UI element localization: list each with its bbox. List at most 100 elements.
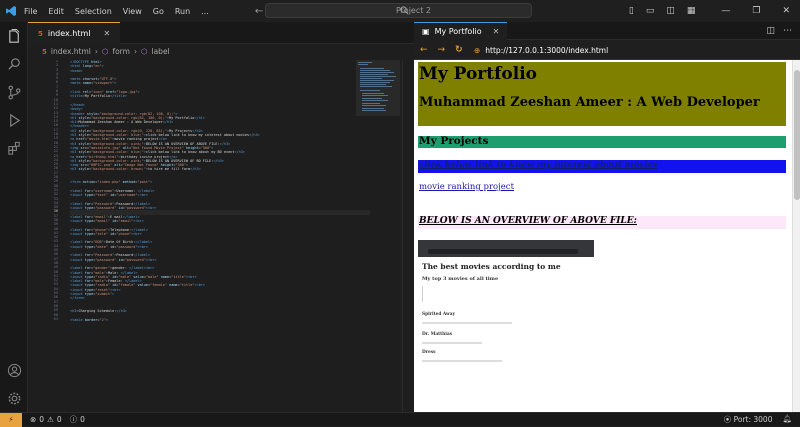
status-bar: ⚡ ⊗ 0 ⚠ 0 ⓘ 0 ⦿ Port: 3000 🔔︎ [0, 412, 800, 427]
breadcrumb-file[interactable]: index.html [51, 47, 91, 56]
html-file-icon: 5 [38, 29, 43, 38]
error-icon: ⊗ [30, 415, 37, 424]
movie-project-preview-image: The best movies according to me My top 3… [418, 240, 594, 410]
breadcrumb-form[interactable]: form [112, 47, 130, 56]
projects-heading-text: My Projects [419, 135, 489, 147]
layout-panel-icon[interactable]: ▭ [646, 6, 655, 16]
menu-selection[interactable]: Selection [75, 7, 112, 16]
movie-ranking-link[interactable]: movie ranking project [419, 182, 514, 192]
code-lines[interactable]: <!DOCTYPE html> <html lang="en"> <head> <m… [70, 60, 370, 322]
url-text: http://127.0.0.1:3000/index.html [485, 45, 609, 55]
info-icon: ⓘ [69, 415, 78, 424]
breadcrumb-label[interactable]: label [152, 47, 170, 56]
tab-my-portfolio[interactable]: ▣ My Portfolio ✕ [414, 21, 508, 40]
browser-tab-actions: ◫ ⋯ [766, 26, 800, 36]
settings-gear-icon[interactable] [0, 384, 28, 412]
simple-browser-panel: ▣ My Portfolio ✕ ◫ ⋯ ← → ↻ ⊕ http://127.… [414, 21, 800, 412]
live-server-port[interactable]: ⦿ Port: 3000 [724, 414, 773, 425]
problems-indicator[interactable]: ⊗ 0 ⚠ 0 [30, 415, 62, 424]
back-arrow-icon[interactable]: ← [420, 45, 428, 55]
minimap[interactable] [356, 60, 400, 140]
menu-file[interactable]: File [24, 7, 37, 16]
back-arrow-icon[interactable]: ← [255, 6, 263, 17]
info-indicator[interactable]: ⓘ 0 [70, 414, 85, 425]
url-bar[interactable]: ⊕ http://127.0.0.1:3000/index.html [474, 42, 790, 58]
forward-arrow-icon[interactable]: → [438, 45, 446, 55]
preview-title: The best movies according to me [422, 262, 561, 271]
page-header: My Portfolio Muhammad Zeeshan Ameer : A … [418, 62, 786, 126]
browser-tab-bar: ▣ My Portfolio ✕ ◫ ⋯ [414, 21, 800, 40]
projects-heading: My Projects [418, 135, 786, 148]
breadcrumb: 5 index.html › ⬡ form › ⬡ label [28, 44, 414, 59]
remote-indicator-icon[interactable]: ⚡ [0, 412, 22, 427]
preview-text-line [422, 342, 482, 344]
preview-list [422, 286, 462, 302]
line-number: 61 [53, 316, 58, 321]
preview-text-line [422, 360, 502, 362]
close-tab-icon[interactable]: ✕ [493, 27, 500, 36]
preview-url-bar [428, 249, 578, 254]
preview-subtitle: My top 3 movies of all time [422, 276, 499, 282]
split-editor-icon[interactable]: ◫ [766, 26, 775, 36]
restore-icon[interactable]: ❐ [752, 6, 760, 16]
reload-icon[interactable]: ↻ [455, 45, 463, 55]
code-editor[interactable]: 1 2 3 4 5 6 7 8 9 10 11 12 13 14 15 16 17 18 19 20 21 22 23 24 2… [28, 60, 414, 412]
warning-icon: ⚠ [47, 415, 54, 424]
preview-icon: ▣ [422, 26, 430, 36]
menu-bar: File Edit Selection View Go Run ... [24, 7, 209, 16]
activity-bar [0, 22, 28, 412]
preview-item-1: Spirited Away [422, 312, 455, 317]
code-line[interactable]: <table border="2"> [70, 318, 370, 322]
editor-tab-bar: 5 index.html ✕ [28, 22, 414, 44]
page-subtitle: Muhammad Zeeshan Ameer : A Web Developer [419, 95, 760, 110]
broadcast-icon: ⦿ [723, 415, 734, 424]
preview-browser-chrome [418, 240, 594, 257]
source-control-icon[interactable] [0, 78, 28, 106]
preview-item-3: Dress [422, 350, 436, 355]
browser-tab-label: My Portfolio [434, 26, 482, 36]
overview-heading-text: BELOW IS AN OVERVIEW OF ABOVE FILE: [419, 216, 637, 226]
editor-scrollbar[interactable] [402, 60, 414, 412]
movie-interest-heading: click below link to know my interest abo… [418, 160, 786, 173]
port-label: Port: 3000 [733, 415, 773, 424]
vscode-logo-icon [0, 0, 22, 22]
search-view-icon[interactable] [0, 50, 28, 78]
menu-go[interactable]: Go [153, 7, 164, 16]
overview-heading: BELOW IS AN OVERVIEW OF ABOVE FILE: [418, 216, 786, 229]
info-count: 0 [80, 415, 85, 424]
layout-grid-icon[interactable]: ▦ [687, 6, 696, 16]
tab-index-html[interactable]: 5 index.html ✕ [28, 22, 121, 44]
globe-icon: ⊕ [474, 45, 481, 55]
minimize-icon[interactable]: — [721, 6, 730, 16]
error-count: 0 [39, 415, 45, 424]
explorer-icon[interactable] [0, 22, 28, 50]
notifications-bell-icon[interactable]: 🔔︎ [782, 414, 792, 425]
warning-count: 0 [56, 415, 62, 424]
menu-run[interactable]: Run [175, 7, 190, 16]
status-right: ⦿ Port: 3000 🔔︎ [724, 414, 800, 425]
account-icon[interactable] [0, 356, 28, 384]
menu-view[interactable]: View [123, 7, 142, 16]
chevron-right-icon: › [133, 47, 137, 56]
scroll-thumb[interactable] [794, 70, 800, 200]
title-controls: ▯ ▭ ◫ ▦ — ❐ ✕ [629, 0, 800, 22]
command-center-search[interactable]: Project 2 [265, 3, 532, 18]
extensions-icon[interactable] [0, 134, 28, 162]
breadcrumb-symbol-icon: ⬡ [101, 47, 109, 56]
layout-split-icon[interactable]: ◫ [666, 6, 675, 16]
menu-more[interactable]: ... [201, 7, 209, 16]
menu-edit[interactable]: Edit [48, 7, 64, 16]
breadcrumb-symbol-icon: ⬡ [140, 47, 148, 56]
web-page: My Portfolio Muhammad Zeeshan Ameer : A … [414, 60, 792, 412]
editor-group: 5 index.html ✕ 5 index.html › ⬡ form › ⬡… [28, 22, 414, 412]
browser-scrollbar[interactable] [792, 60, 800, 412]
close-window-icon[interactable]: ✕ [782, 6, 790, 16]
close-tab-icon[interactable]: ✕ [104, 29, 111, 38]
more-actions-icon[interactable]: ⋯ [783, 26, 792, 36]
run-debug-icon[interactable] [0, 106, 28, 134]
line-number-gutter: 1 2 3 4 5 6 7 8 9 10 11 12 13 14 15 16 17 18 19 20 21 22 23 24 2… [28, 60, 62, 412]
chevron-right-icon: › [94, 47, 98, 56]
search-icon [400, 6, 409, 17]
tab-label: index.html [47, 29, 91, 38]
layout-sidebar-icon[interactable]: ▯ [629, 6, 634, 16]
